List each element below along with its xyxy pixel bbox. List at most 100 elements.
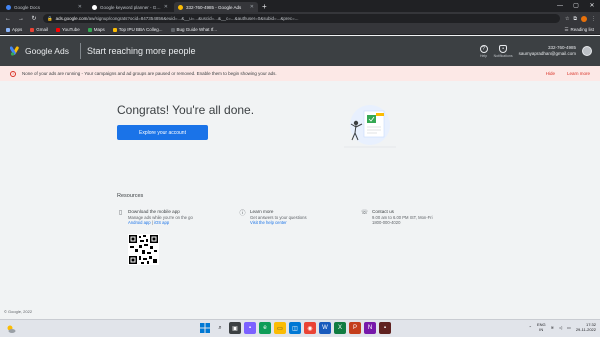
success-illustration [344,105,396,148]
explore-account-button[interactable]: Explore your account [117,125,208,140]
forward-icon[interactable]: → [17,16,25,22]
bookmark-label: Gmail [36,27,49,32]
google-docs-favicon-icon [6,4,11,10]
footer-copyright: © Google, 2022 [4,309,33,314]
bookmark-label: YouTube [62,27,80,32]
volume-icon[interactable]: ◁ [559,325,562,330]
warning-icon: ! [10,70,16,77]
weather-icon[interactable] [6,324,16,334]
reload-icon[interactable]: ↻ [30,15,38,22]
google-ads-favicon-icon [178,4,183,10]
maps-icon [87,27,92,32]
file-explorer-icon[interactable]: ▭ [274,322,286,334]
reading-list-icon: ☰ [564,26,569,32]
resource-phone: 1800-000-4020 [372,220,401,225]
word-icon[interactable]: W [319,322,331,334]
battery-icon[interactable]: ▭ [567,325,571,330]
store-icon[interactable]: ◫ [289,322,301,334]
url-field[interactable]: 🔒 ads.google.com /aw/signup/congrats?oci… [43,14,560,23]
google-ads-logo[interactable]: Google Ads [0,46,80,56]
phone-icon: ▯ [118,210,123,216]
header-divider [80,43,81,59]
maximize-icon[interactable]: ▢ [568,0,584,12]
system-tray: ⌃ ENG IN ≋ ◁ ▭ 17:32 29-11-2022 [529,322,596,332]
resource-learn-more: ⓘ Learn more Get answers to your questio… [239,209,307,226]
bell-icon: • [499,44,508,53]
bookmark-maps[interactable]: Maps [87,27,105,32]
extensions-icon[interactable]: ⧉ [573,16,577,22]
page-title: Start reaching more people [87,46,196,56]
tab-title: 332-760-4985 - Google Ads [186,4,242,10]
close-tab-icon[interactable]: ✕ [250,4,254,10]
resource-contact-us: ☏ Contact us 9.00 am to 6.00 PM IST, Mon… [361,209,433,226]
chrome-icon[interactable]: ◉ [304,322,316,334]
date: 29-11-2022 [575,327,596,332]
close-tab-icon[interactable]: ✕ [78,4,82,10]
close-window-icon[interactable]: ✕ [584,0,600,12]
minimize-icon[interactable]: — [552,0,568,12]
help-icon: ? [479,44,488,53]
ads-header: Google Ads Start reaching more people ? … [0,36,600,66]
bookmark-bug-guide[interactable]: Bug Guide What If... [170,27,218,32]
chat-icon[interactable]: ▪ [244,322,256,334]
bookmark-ipu[interactable]: Top IPU BBA Colleg... [112,27,163,32]
bookmarks-bar: Apps Gmail YouTube Maps Top IPU BBA Coll… [0,25,600,35]
reading-list[interactable]: ☰ Reading list [564,27,594,33]
bookmark-label: Top IPU BBA Colleg... [118,27,163,32]
help-circle-icon: ⓘ [239,211,246,217]
help-button[interactable]: ? Help [479,44,488,58]
avatar[interactable] [582,46,592,56]
app-icon[interactable]: ▪ [379,322,391,334]
logo-text: Google Ads [25,46,69,56]
ios-app-link[interactable]: iOS app [154,220,169,225]
account-info[interactable]: 332-760-4985 saumyapradhan@gmail.com [519,45,576,57]
learn-more-link[interactable]: Learn more [567,71,590,76]
edge-icon[interactable]: e [259,322,271,334]
alert-text: - Your campaigns and ad groups are pause… [80,71,277,76]
url-path: /aw/signup/congrats?ocid=847354856&euid=… [87,16,299,21]
congrats-heading: Congrats! You're all done. [117,103,255,117]
powerpoint-icon[interactable]: P [349,322,361,334]
search-icon[interactable]: ⌕ [214,322,226,334]
browser-tab-1[interactable]: Google Docs ✕ [2,2,86,12]
star-icon[interactable]: ☆ [565,16,569,22]
close-tab-icon[interactable]: ✕ [164,4,168,10]
qr-code-image [128,234,159,265]
bookmark-label: Apps [12,27,23,32]
phone-call-icon: ☏ [360,210,369,216]
google-ads-logo-icon [10,46,19,56]
wifi-icon[interactable]: ≋ [551,325,554,330]
bookmark-youtube[interactable]: YouTube [56,27,80,32]
notifications-button[interactable]: • Notifications [493,44,513,58]
browser-tab-strip: Google Docs ✕ Google keyword planner - G… [0,0,600,12]
tab-title: Google Docs [14,4,41,10]
start-icon[interactable] [199,322,211,334]
notifications-label: Notifications [493,53,513,58]
menu-icon[interactable]: ⋮ [591,16,596,22]
browser-tab-3[interactable]: 332-760-4985 - Google Ads ✕ [174,2,258,12]
excel-icon[interactable]: X [334,322,346,334]
hide-alert-link[interactable]: Hide [546,71,555,76]
bookmark-apps[interactable]: Apps [6,27,22,32]
android-app-link[interactable]: Android app [128,220,151,225]
bookmark-gmail[interactable]: Gmail [30,27,48,32]
help-label: Help [479,53,488,58]
new-tab-icon[interactable]: + [262,2,267,11]
browser-tab-2[interactable]: Google keyword planner - Goog ✕ [88,2,172,12]
bookmark-site-icon [112,27,117,32]
help-center-link[interactable]: Visit the help center [250,220,307,226]
resources-title: Resources [117,193,144,199]
url-domain: ads.google.com [55,16,88,21]
profile-icon[interactable] [581,15,587,22]
onenote-icon[interactable]: N [364,322,376,334]
task-view-icon[interactable]: ▣ [229,322,241,334]
gmail-icon [30,27,35,32]
google-favicon-icon [92,4,97,10]
reading-list-label: Reading list [570,27,594,32]
chevron-up-icon[interactable]: ⌃ [529,325,532,330]
lock-icon: 🔒 [47,15,53,21]
bookmark-label: Bug Guide What If... [176,27,218,32]
back-icon[interactable]: ← [4,16,12,22]
clock[interactable]: 17:32 29-11-2022 [576,322,596,332]
language-indicator[interactable]: ENG IN [537,322,546,332]
